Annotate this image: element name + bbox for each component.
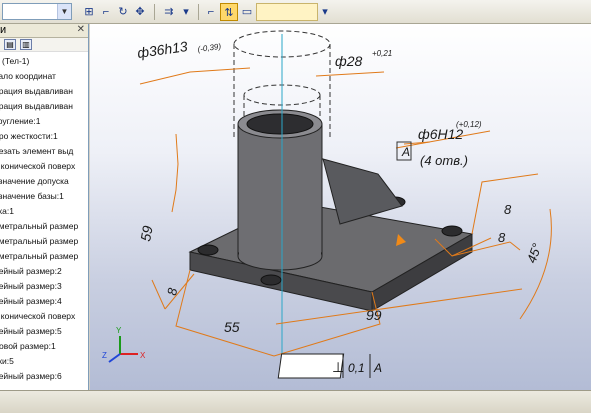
dim-phi36: ф36h13 — [136, 38, 189, 61]
tree-view-button[interactable]: ▤ — [4, 39, 16, 50]
axis-y-label: Y — [116, 326, 122, 335]
boss-cylinder — [237, 109, 323, 271]
field-dropdown-button[interactable]: ▾ — [320, 3, 330, 21]
tree-item[interactable]: ь конической поверх — [0, 309, 88, 324]
view-mode-button[interactable]: ⇉ — [160, 3, 178, 21]
toolbar-separator — [198, 4, 199, 20]
dim-phi6-note: (4 отв.) — [420, 153, 468, 168]
dim-99: 99 — [366, 307, 382, 323]
tree-item[interactable]: нейный размер:4 — [0, 294, 88, 309]
axes-icon: ⌐ — [102, 6, 110, 18]
dim-8-left: 8 — [164, 286, 180, 296]
tree-item[interactable]: ерация выдавливан — [0, 84, 88, 99]
dim-phi28-tol: +0,21 — [372, 49, 392, 58]
dim-phi36-tol: (-0,39) — [197, 42, 222, 54]
dim-55: 55 — [224, 319, 240, 335]
tree-item[interactable]: нейный размер:2 — [0, 264, 88, 279]
pan-icon: ✥ — [135, 6, 145, 18]
tree-item[interactable]: нейный размер:6 — [0, 369, 88, 384]
cursor-button[interactable]: ⌐ — [202, 3, 220, 21]
axis-z-label: Z — [102, 351, 107, 360]
tree-item[interactable]: ска:1 — [0, 204, 88, 219]
grid-icon: ⊞ — [84, 6, 94, 18]
datum-A: A — [401, 145, 410, 159]
pan-button[interactable]: ✥ — [131, 3, 149, 21]
tree-item[interactable]: означение базы:1 — [0, 189, 88, 204]
orientation-button[interactable]: ⌐ — [97, 3, 115, 21]
cursor-icon: ⌐ — [207, 6, 215, 18]
tree-item[interactable]: кругление:1 — [0, 114, 88, 129]
chevron-down-icon[interactable]: ▼ — [57, 4, 71, 19]
tree-item[interactable]: нейный размер:3 — [0, 279, 88, 294]
toolbar-separator — [154, 4, 155, 20]
layer-combo[interactable]: ▼ — [2, 3, 72, 20]
base-plate — [188, 196, 474, 312]
main-toolbar: ▼ ⊞ ⌐ ↻ ✥ ⇉ ▾ ⌐ ⇅ ▭ ▾ — [0, 0, 591, 24]
dim-phi6-tol: (+0,12) — [456, 120, 482, 129]
select-icon: ▭ — [241, 6, 253, 18]
tree-header: и ✕ — [0, 24, 88, 38]
select-button[interactable]: ▭ — [238, 3, 256, 21]
rotate-icon: ↻ — [118, 6, 128, 18]
tree-item[interactable]: ь конической поверх — [0, 159, 88, 174]
tree-item[interactable]: ерация выдавливан — [0, 99, 88, 114]
status-bar — [0, 390, 591, 413]
axis-triad: X Y Z — [102, 326, 146, 363]
3d-viewport[interactable]: ф36h13 (-0,39) ф28 +0,21 ф6H12 (+0,12) (… — [90, 24, 591, 390]
tree-item[interactable]: резать элемент выд — [0, 144, 88, 159]
dim-8-right-1: 8 — [504, 202, 512, 217]
rotate-button[interactable]: ↻ — [114, 3, 132, 21]
tree-item[interactable]: аметральный размер — [0, 219, 88, 234]
tree-item[interactable]: аметральный размер — [0, 234, 88, 249]
tolerance-frame: ⊥ 0,1 A — [277, 353, 382, 379]
model-tree-panel: и ✕ ▤ ▥ (Тел-1) чало координат ерация выд… — [0, 24, 89, 390]
tree-item[interactable]: ловой размер:1 — [0, 339, 88, 354]
dim-59: 59 — [137, 224, 155, 242]
axis-x-label: X — [140, 351, 146, 360]
value-field[interactable] — [256, 3, 318, 21]
dropdown-button[interactable]: ▾ — [177, 3, 195, 21]
dimension-icon: ⇅ — [224, 7, 234, 19]
tol-datum: A — [373, 361, 382, 375]
tree-root-item[interactable]: (Тел-1) — [2, 54, 88, 69]
dim-45: 45° — [524, 241, 545, 265]
tree-filter-button[interactable]: ▥ — [20, 39, 32, 50]
tree-item[interactable]: бро жесткости:1 — [0, 129, 88, 144]
tree-item[interactable]: означение допуска — [0, 174, 88, 189]
tol-symbol: ⊥ — [332, 359, 344, 375]
close-icon[interactable]: ✕ — [77, 24, 85, 35]
chevron-down-icon: ▾ — [322, 6, 328, 18]
tree-item[interactable]: аметральный размер — [0, 249, 88, 264]
tree-item[interactable]: чало координат — [0, 69, 88, 84]
chevron-down-icon: ▾ — [183, 6, 189, 18]
dim-8-right-2: 8 — [498, 230, 506, 245]
tree-toolbar: ▤ ▥ — [0, 38, 88, 52]
dimension-button[interactable]: ⇅ — [220, 3, 238, 21]
tree-title: и — [0, 24, 7, 36]
tree-item[interactable]: нейный размер:5 — [0, 324, 88, 339]
tree-item[interactable]: ски:5 — [0, 354, 88, 369]
snap-grid-button[interactable]: ⊞ — [80, 3, 98, 21]
tol-value: 0,1 — [348, 361, 365, 375]
model-canvas[interactable]: ф36h13 (-0,39) ф28 +0,21 ф6H12 (+0,12) (… — [90, 24, 591, 390]
view-icon: ⇉ — [164, 6, 174, 18]
dim-phi28: ф28 — [335, 53, 362, 69]
model-tree: (Тел-1) чало координат ерация выдавливан е… — [0, 52, 88, 384]
